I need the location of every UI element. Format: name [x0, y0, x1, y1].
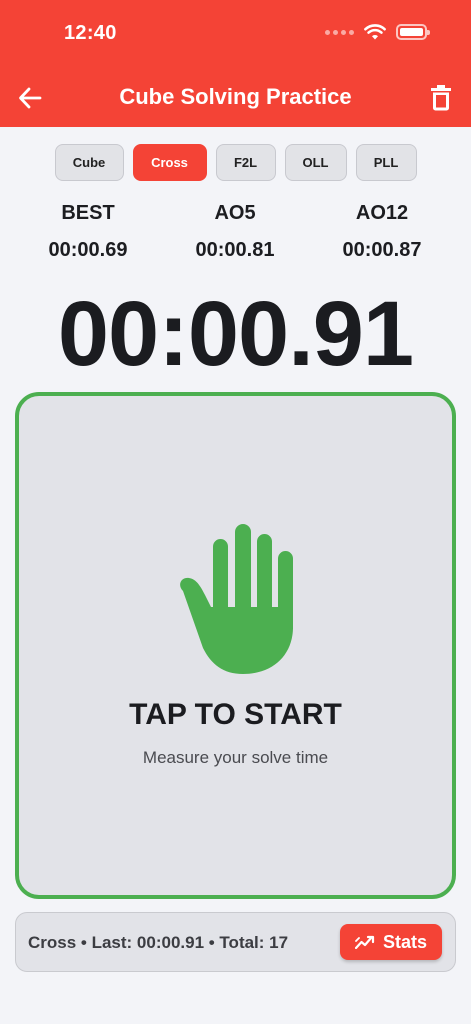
stats-button-label: Stats	[382, 931, 427, 952]
segment-cube[interactable]: Cube	[54, 144, 124, 181]
stat-ao5-label: AO5	[214, 202, 256, 224]
segment-f2l[interactable]: F2L	[215, 144, 276, 181]
stats-button[interactable]: Stats	[340, 924, 442, 960]
hand-stop-icon	[180, 524, 293, 674]
tap-to-start-subtitle: Measure your solve time	[142, 748, 329, 767]
stat-ao12-label: AO12	[355, 202, 409, 224]
puzzle-mode-selector: Cube Cross F2L OLL PLL	[0, 144, 471, 181]
cellular-signal-icon	[325, 29, 354, 35]
stat-best-value: 00:00.69	[48, 239, 128, 261]
trending-chart-icon	[354, 935, 375, 949]
stat-ao12: AO12 00:00.87	[307, 202, 457, 262]
page-title: Cube Solving Practice	[119, 84, 352, 109]
trash-icon	[431, 85, 451, 111]
segment-pll[interactable]: PLL	[355, 144, 417, 181]
tap-to-start-label: TAP TO START	[129, 698, 342, 731]
wifi-icon	[364, 24, 386, 40]
stat-ao12-value: 00:00.87	[342, 239, 422, 261]
session-summary: Cross • Last: 00:00.91 • Total: 17	[28, 933, 289, 952]
battery-icon	[396, 24, 430, 40]
session-footer: Cross • Last: 00:00.91 • Total: 17 Stats	[15, 912, 456, 972]
stat-best: BEST 00:00.69	[13, 202, 163, 262]
segment-oll[interactable]: OLL	[284, 144, 347, 181]
segment-cross[interactable]: Cross	[132, 144, 207, 181]
stat-ao5: AO5 00:00.81	[160, 202, 310, 262]
stat-ao5-value: 00:00.81	[195, 239, 275, 261]
app-header: 12:40 Cube Solving Practice	[0, 0, 471, 127]
status-time: 12:40	[64, 22, 117, 44]
tap-to-start-area[interactable]: TAP TO START Measure your solve time	[15, 392, 456, 899]
stat-best-label: BEST	[61, 202, 115, 224]
status-icons	[325, 24, 430, 40]
timer-display: 00:00.91	[57, 283, 414, 385]
delete-button[interactable]	[425, 82, 457, 114]
